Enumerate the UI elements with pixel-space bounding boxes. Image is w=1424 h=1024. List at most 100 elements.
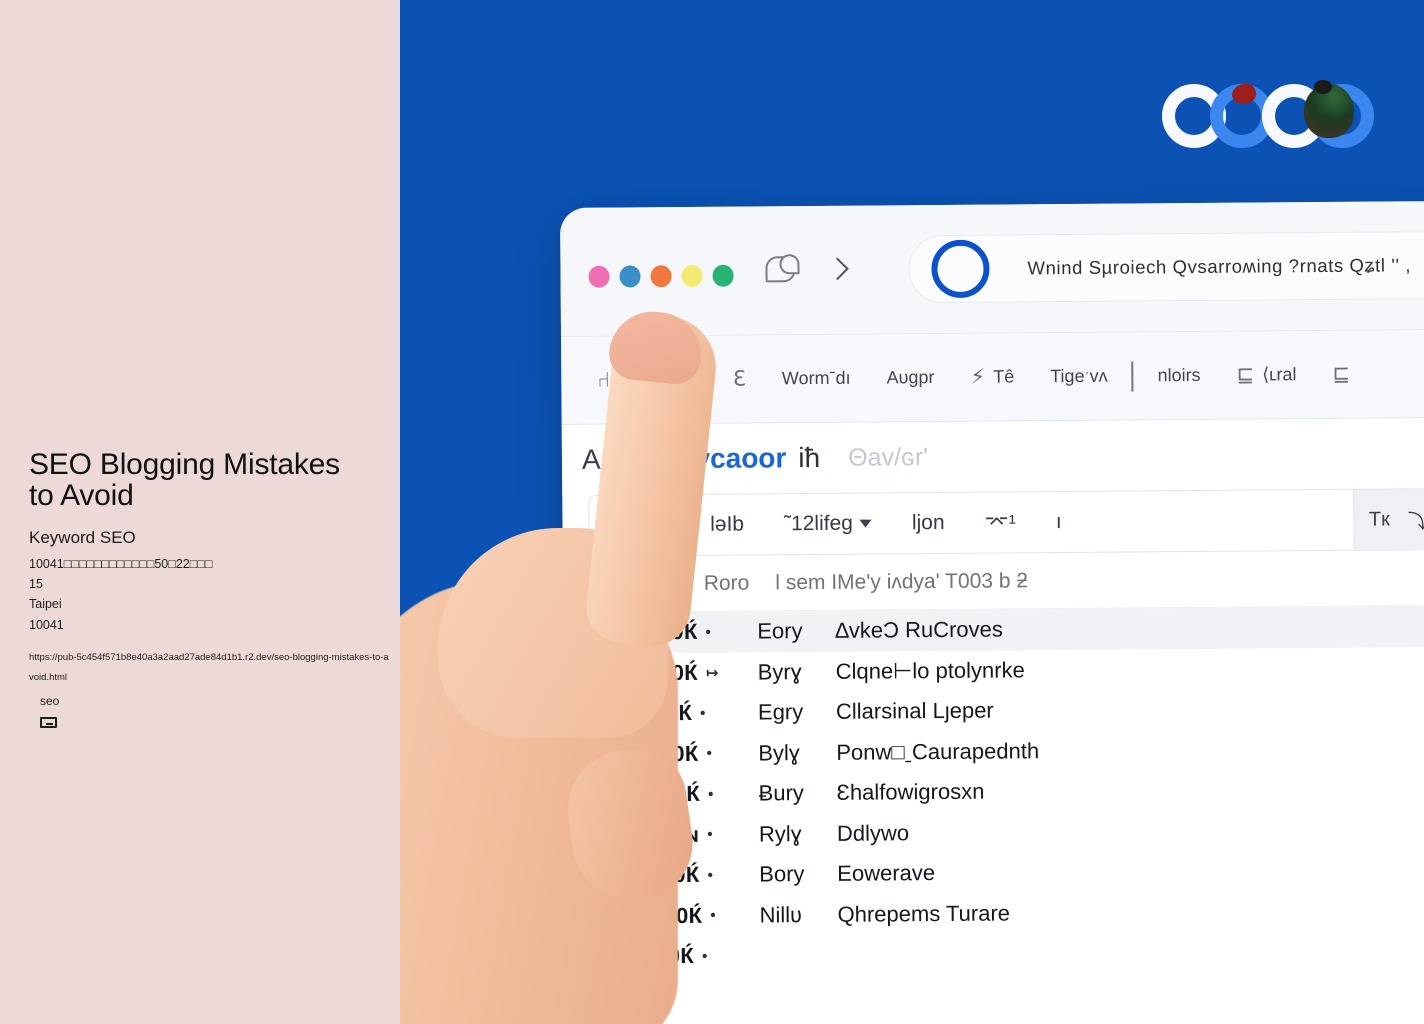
page-title: SEO Blogging Mistakes to Avoid <box>29 448 340 512</box>
toolbar-item-6[interactable]: Tigeˑvʌ <box>1032 366 1126 388</box>
dot-pink-icon[interactable] <box>588 265 610 288</box>
toolbar-divider <box>1131 361 1134 392</box>
article-subhead: Keyword SEO <box>29 527 136 547</box>
table-row[interactable]: ß2 00Ќ • Ƀury Ɛhalfowigrosxn <box>564 767 1424 815</box>
col-kd-header[interactable]: Roro <box>704 571 750 595</box>
filter-locale[interactable]: lәIb <box>690 512 764 537</box>
toolbar-item-1[interactable]: b s zı <box>636 369 715 391</box>
headline-part-b[interactable]: єaycaoor <box>663 442 786 475</box>
table-row[interactable]: S0 00Ќ • Nillʋ Qhrepems Turare <box>565 889 1424 937</box>
right-tool-tk[interactable]: Tк <box>1369 508 1390 531</box>
filter-keyword[interactable]: hvalih <box>589 513 690 538</box>
toolbar-item-7[interactable]: nloirs <box>1139 365 1218 387</box>
trend-arrow-icon: • <box>707 826 713 844</box>
cell-volume: 32 00Ќ • <box>629 862 759 889</box>
cell-kd: Nillʋ <box>759 901 803 928</box>
article-meta-block: SEO Blogging Mistakes to Avoid Keyword S… <box>29 448 389 688</box>
table-row[interactable]: 8Ɨ 00Ќ • <box>566 929 1424 977</box>
cell-term: Cllarsinal Lȷeper <box>835 697 994 725</box>
dot-blue-icon[interactable] <box>619 265 641 288</box>
dot-yellow-icon[interactable] <box>681 264 703 288</box>
circle-profile-icon[interactable] <box>931 239 990 299</box>
col-volume-header[interactable]: Hlʹy oun⊑ <box>585 571 678 597</box>
cell-term: Ddlywo <box>836 820 910 846</box>
address-bar[interactable]: Wnind Sµroiech Qvsarroʍing ?rnats Qʑtl '… <box>908 229 1424 304</box>
cell-volume: 8l 00Ќ • <box>628 700 758 727</box>
cell-volume-value: 68 00Ќ <box>627 619 698 645</box>
cell-volume: 17 00ɴ • <box>629 821 759 848</box>
cell-volume: 8Ɨ 00Ќ • <box>630 943 760 970</box>
toolbar-label-5: Tê <box>993 366 1015 387</box>
trend-arrow-icon: • <box>700 704 706 722</box>
chat-bubble-icon[interactable] <box>765 254 801 284</box>
cell-kd: Rylɣ <box>758 820 802 847</box>
filter-toolbar: hvalih lәIb ˜12lifeg ljon ⌤¹ ı Tк ⤵ Exci… <box>588 487 1424 557</box>
cell-term: Ponw□ˍCaurapednth <box>836 738 1040 765</box>
filter-date[interactable]: ˜12lifeg <box>764 511 892 536</box>
right-tool-export[interactable]: ⤵ Excietonʟ <box>1408 504 1424 534</box>
cell-term: Ɛhalfowigrosxn <box>836 778 985 806</box>
toolbar-glyph-5: ⚡ <box>970 365 986 389</box>
cell-term: ∆vkeƆ RuCroves <box>835 616 1003 644</box>
filter-cart[interactable]: ⌤¹ <box>965 510 1036 536</box>
trend-arrow-icon: • <box>706 745 713 763</box>
address-line: 10041□□□□□□□□□□□□50□22□□□ <box>29 556 213 571</box>
cell-volume: ß2 00Ќ • <box>629 781 759 808</box>
toolbar-label-6: Tigeˑvʌ <box>1050 365 1108 387</box>
cell-volume-value: 80 00Ќ <box>628 740 699 767</box>
cell-volume-value: S0 00Ќ <box>629 902 703 929</box>
toolbar-item-0[interactable]: ⑁ <box>579 368 636 392</box>
logo-tree-blob-icon <box>1304 80 1354 138</box>
trend-arrow-icon: • <box>701 947 708 965</box>
cell-volume-value: 17 00ɴ <box>628 821 700 848</box>
toolbar-item-8[interactable]: ⊑ ⟨ʟral <box>1218 362 1314 388</box>
toolbar-item-4[interactable]: Aυgpr <box>868 367 952 389</box>
headline-part-c: iħ <box>798 441 821 474</box>
article-url[interactable]: https://pub-5c454f571b8e40a3a2aad27ade84… <box>29 648 389 688</box>
cell-volume: S0 00Ќ • <box>629 902 759 929</box>
cell-volume: 68 00Ќ • <box>627 619 757 646</box>
cell-volume-value: 8Ɨ 00Ќ <box>629 943 695 969</box>
dot-orange-icon[interactable] <box>650 265 672 288</box>
toolbar-item-9[interactable]: ⊑ <box>1314 362 1368 387</box>
chevron-right-icon[interactable] <box>826 257 849 281</box>
toolbar-glyph-2: ℇ <box>732 367 746 391</box>
toolbar-item-2[interactable]: ℇ <box>715 366 764 391</box>
cell-term <box>838 949 1424 955</box>
toolbar-glyph-8: ⊑ <box>1236 363 1255 387</box>
trend-arrow-icon: • <box>707 866 714 884</box>
dot-green-icon[interactable] <box>712 264 734 287</box>
cell-kd: Eory <box>757 618 803 644</box>
headline-part-a: Аnev, <box>581 443 652 475</box>
cell-kd <box>760 955 838 956</box>
cell-term: Qhrepems Turare <box>837 900 1011 927</box>
article-tag[interactable]: seo <box>40 694 59 708</box>
tofu-box-icon <box>40 717 57 728</box>
table-column-headers: Hlʹy oun⊑ Roro l sem ІMeʹy iʌdyaʹ T003 b… <box>562 549 1424 613</box>
toolbar-label-1: b s zı <box>653 368 698 390</box>
table-row[interactable]: 13 00Ќ ↦ Byrɣ Clqne⊢lo ptolynrke <box>563 646 1424 694</box>
cell-kd: Egry <box>757 699 804 725</box>
toolbar-label-8: ⟨ʟral <box>1262 364 1297 385</box>
traffic-lights <box>588 264 734 288</box>
toolbar-item-5[interactable]: ⚡ Tê <box>952 364 1032 390</box>
toolbar-label-7: nloirs <box>1157 364 1201 386</box>
table-row[interactable]: 8l 00Ќ • Egry Cllarsinal Lȷeper <box>564 686 1424 734</box>
table-row[interactable]: 68 00Ќ • Eory ∆vkeƆ RuCroves <box>563 605 1424 654</box>
cell-volume: 80 00Ќ • <box>628 740 758 767</box>
address-bar-value: Wnind Sµroiech Qvsarroʍing ?rnats Qʑtl '… <box>1027 254 1412 279</box>
table-row[interactable]: 32 00Ќ • Bory Eowerave <box>565 848 1424 896</box>
toolbar-item-3[interactable]: Wormˉdı <box>764 368 869 390</box>
screenshot-stage: SEO Blogging Mistakes to Avoid Keyword S… <box>0 0 1424 1024</box>
cell-term: Eowerave <box>837 860 936 887</box>
cell-volume-value: 13 00Ќ <box>627 659 699 686</box>
filter-bar[interactable]: ı <box>1036 510 1082 534</box>
col-terms-header[interactable]: l sem ІMeʹy iʌdyaʹ T003 b ƻ <box>775 569 1028 595</box>
table-row[interactable]: 80 00Ќ • Bylɣ Ponw□ˍCaurapednth <box>564 727 1424 775</box>
nav-icon-group <box>765 254 849 285</box>
cell-kd: Bory <box>759 861 805 887</box>
filter-lion[interactable]: ljon <box>892 511 965 536</box>
browser-chrome: Wnind Sµroiech Qvsarroʍing ?rnats Qʑtl '… <box>560 200 1424 337</box>
toolbar-label-4: Aυgpr <box>886 367 935 388</box>
table-row[interactable]: 17 00ɴ • Rylɣ Ddlywo <box>565 808 1424 856</box>
